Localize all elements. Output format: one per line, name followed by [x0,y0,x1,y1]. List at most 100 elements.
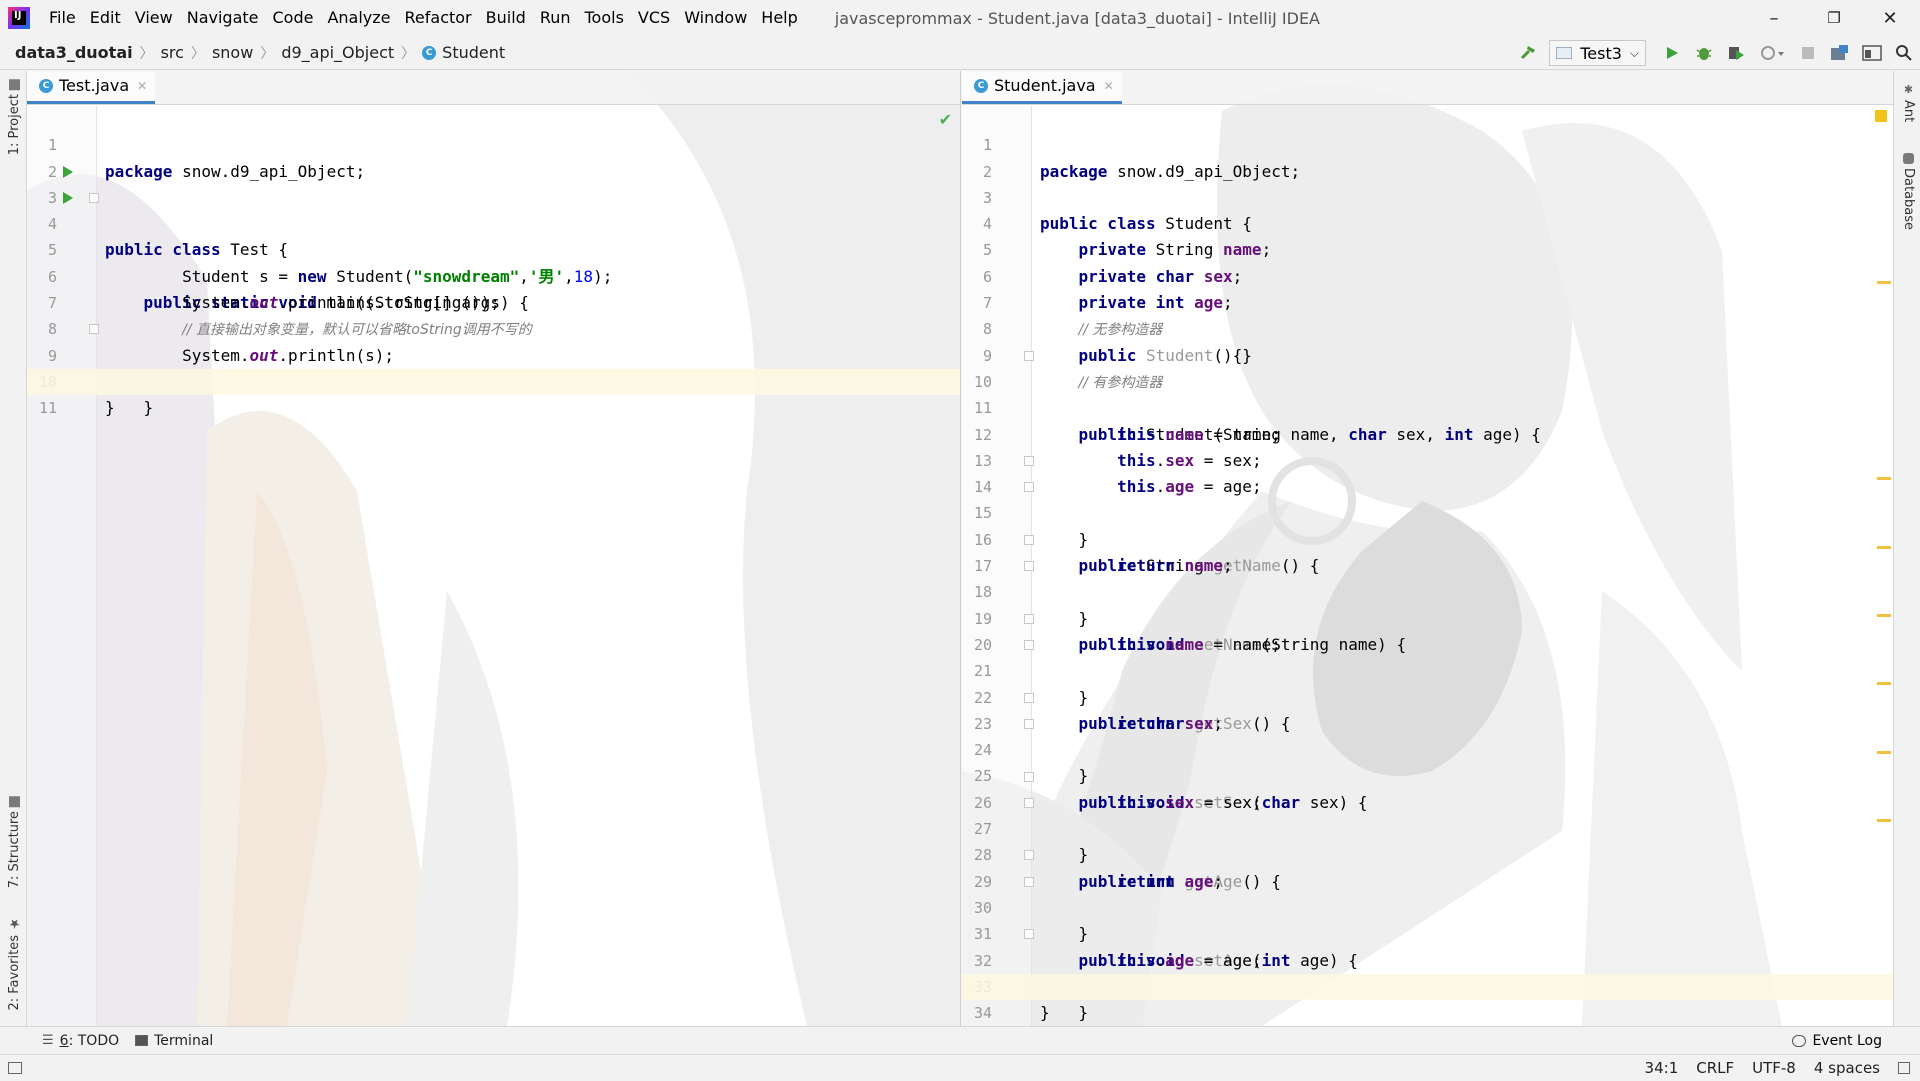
favorites-tool-label: 2: Favorites [7,935,22,1011]
tool-tab-project[interactable]: 1: Project [7,79,22,155]
breadcrumb-package-snow[interactable]: snow [212,43,253,62]
code-line: 21 public char getSex() { [962,632,1893,733]
profile-icon[interactable] [1752,39,1792,67]
layout-icon[interactable] [1856,39,1888,67]
menu-file[interactable]: File [42,0,83,36]
structure-tool-label: 7: Structure [7,811,22,889]
tool-tab-structure[interactable]: 7: Structure [7,796,22,888]
menu-help[interactable]: Help [754,0,804,36]
tool-tab-terminal[interactable]: Terminal [135,1033,213,1049]
code-line: 6 private int age; [962,238,1893,312]
fold-icon[interactable] [1024,534,1034,545]
menu-analyze[interactable]: Analyze [320,0,397,36]
code-line: 15 public String getName() { [962,474,1893,575]
fold-icon[interactable] [1024,692,1034,703]
run-icon[interactable] [1656,39,1688,67]
tab-student-java[interactable]: C Student.java ✕ [962,71,1122,104]
editor-test-java[interactable]: C Test.java ✕ ✔ 1 package snow.d9_api_Ob… [27,71,961,1026]
menu-navigate[interactable]: Navigate [180,0,266,36]
title-bar: IJ File Edit View Navigate Code Analyze … [0,0,1920,36]
tool-tab-database[interactable]: Database [1901,153,1916,230]
search-icon[interactable] [1888,39,1920,67]
project-structure-icon[interactable] [1824,39,1856,67]
code-text: } [105,398,115,418]
fold-icon[interactable] [1024,640,1034,650]
code-line: 23 } [962,685,1893,785]
breadcrumb-project[interactable]: data3_duotai [15,43,133,62]
close-button[interactable]: ✕ [1862,0,1918,36]
tab-label: Test.java [59,76,130,95]
fold-icon[interactable] [1024,797,1034,808]
fold-icon[interactable] [1024,561,1034,572]
folder-icon [9,79,20,90]
breadcrumb-separator-icon: 〉 [139,45,154,62]
list-icon: ☰ [42,1033,54,1048]
minimize-button[interactable]: – [1746,0,1802,36]
fold-icon[interactable] [1024,771,1034,782]
menu-run[interactable]: Run [533,0,578,36]
fold-icon[interactable] [1024,850,1034,861]
speech-bubble-icon [1792,1035,1807,1047]
indent-setting[interactable]: 4 spaces [1814,1059,1880,1077]
menu-refactor[interactable]: Refactor [398,0,479,36]
menu-code[interactable]: Code [266,0,321,36]
file-encoding[interactable]: UTF-8 [1752,1059,1796,1077]
run-configuration-select[interactable]: Test3 ⌵ [1549,40,1646,66]
code-area[interactable]: ✔ 1 package snow.d9_api_Object; 2 3 publ… [27,106,960,1026]
code-line: 9 // 有参构造器 [962,316,1893,391]
menu-build[interactable]: Build [479,0,533,36]
close-tab-icon[interactable]: ✕ [137,79,147,93]
code-line: 19 this.name = name; [962,579,1893,654]
line-separator[interactable]: CRLF [1696,1059,1734,1077]
fold-icon[interactable] [1024,613,1034,624]
menu-edit[interactable]: Edit [83,0,128,36]
run-gutter-icon[interactable] [63,165,73,178]
tool-tab-favorites[interactable]: 2: Favorites ★ [7,916,22,1011]
event-log-button[interactable]: Event Log [1792,1027,1882,1055]
restore-button[interactable]: ❐ [1806,0,1862,36]
menu-tools[interactable]: Tools [578,0,631,36]
code-line: 31 this.age = age; [962,895,1893,969]
fold-icon[interactable] [89,324,99,335]
menu-window[interactable]: Window [677,0,754,36]
fold-icon[interactable] [1024,482,1034,493]
tool-tab-todo[interactable]: ☰ 6: TODO [42,1033,119,1049]
hammer-icon[interactable] [1513,39,1545,67]
class-icon: C [39,78,53,93]
menu-bar: File Edit View Navigate Code Analyze Ref… [42,0,805,36]
editor-tab-bar: C Test.java ✕ [27,71,960,105]
fold-icon[interactable] [1024,929,1034,940]
lock-icon[interactable] [1898,1062,1910,1074]
code-line: 14 } [962,448,1893,549]
class-icon: C [974,78,988,93]
breadcrumb-package-d9[interactable]: d9_api_Object [281,43,394,62]
stop-icon[interactable] [1792,39,1824,67]
close-tab-icon[interactable]: ✕ [1104,79,1114,93]
debug-icon[interactable] [1688,39,1720,67]
fold-icon[interactable] [1024,718,1034,729]
menu-vcs[interactable]: VCS [631,0,677,36]
run-gutter-icon[interactable] [63,191,73,204]
code-text: } [1078,1003,1089,1023]
menu-view[interactable]: View [128,0,180,36]
code-line: 22 return sex; [962,658,1893,733]
caret-position[interactable]: 34:1 [1645,1059,1679,1077]
breadcrumb-class[interactable]: C Student [422,43,505,62]
toggle-tool-windows-icon[interactable] [8,1061,22,1074]
breadcrumb-src[interactable]: src [161,43,184,62]
fold-icon[interactable] [1024,350,1034,361]
tab-test-java[interactable]: C Test.java ✕ [27,71,156,104]
editor-student-java[interactable]: C Student.java ✕ 1 package snow.d9_api_O… [962,71,1893,1026]
code-line: 10 public Student(String name, char sex,… [962,343,1893,444]
tool-tab-ant[interactable]: ✱ Ant [1901,83,1916,122]
fold-icon[interactable] [89,192,99,203]
fold-icon[interactable] [1024,876,1034,887]
code-line: 18 public void setName(String name) { [962,553,1893,654]
status-widgets: 34:1 CRLF UTF-8 4 spaces [1645,1055,1910,1081]
coverage-icon[interactable] [1720,39,1752,67]
structure-icon [9,796,20,807]
fold-icon[interactable] [1024,455,1034,466]
code-line: 29 } [962,842,1893,943]
breadcrumb-class-label: Student [442,43,506,62]
code-area[interactable]: 1 package snow.d9_api_Object; 2 3 public… [962,106,1893,1026]
